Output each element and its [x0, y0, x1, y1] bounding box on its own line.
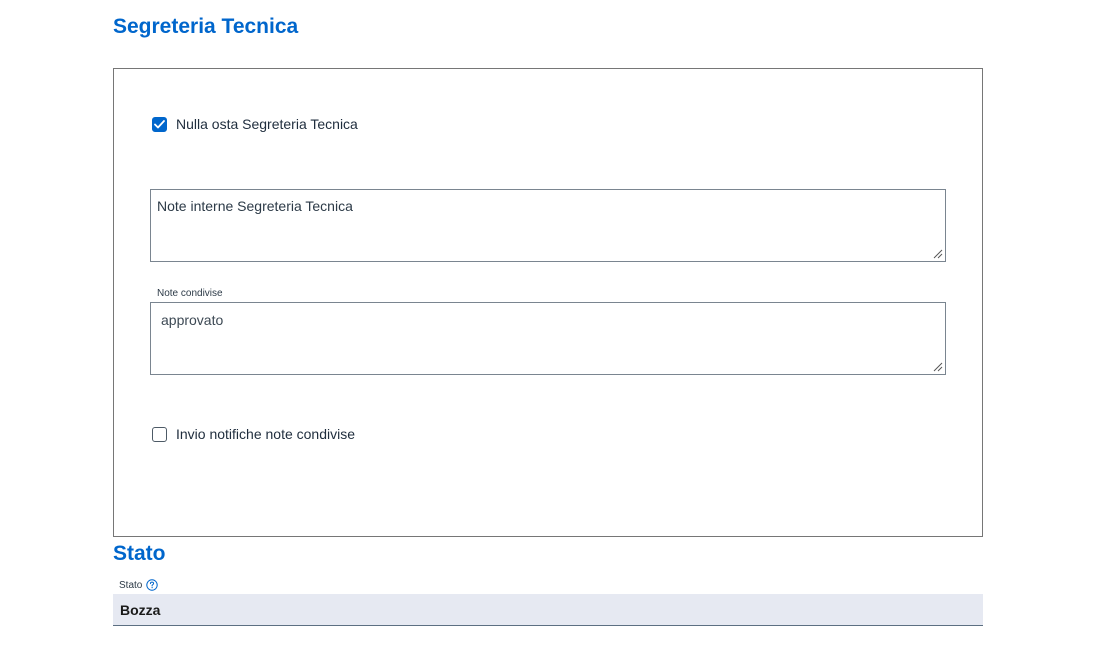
section-title-stato: Stato	[113, 542, 166, 565]
note-condivise-label: Note condivise	[157, 288, 223, 299]
note-interne-placeholder: Note interne Segreteria Tecnica	[157, 198, 353, 214]
section-title-segreteria-tecnica: Segreteria Tecnica	[113, 15, 299, 38]
note-interne-textarea[interactable]: Note interne Segreteria Tecnica	[150, 189, 946, 262]
resize-handle-icon[interactable]	[933, 362, 943, 372]
stato-field-label: Stato	[119, 579, 159, 591]
nulla-osta-label: Nulla osta Segreteria Tecnica	[176, 116, 358, 132]
checkmark-icon	[154, 119, 165, 128]
note-condivise-textarea[interactable]: approvato	[150, 302, 946, 375]
resize-handle-icon[interactable]	[933, 249, 943, 259]
question-circle-icon[interactable]	[146, 579, 159, 591]
invio-notifiche-checkbox[interactable]	[152, 426, 167, 442]
segreteria-tecnica-panel: Nulla osta Segreteria Tecnica Note inter…	[113, 68, 983, 537]
invio-notifiche-checkbox-row[interactable]: Invio notifiche note condivise	[152, 426, 355, 442]
page: Segreteria Tecnica Nulla osta Segreteria…	[0, 0, 1102, 649]
stato-value: Bozza	[120, 602, 161, 618]
stato-value-field: Bozza	[113, 594, 983, 626]
invio-notifiche-label: Invio notifiche note condivise	[176, 426, 355, 442]
note-condivise-value: approvato	[161, 312, 224, 328]
nulla-osta-checkbox[interactable]	[152, 116, 167, 132]
stato-label-text: Stato	[119, 579, 143, 591]
nulla-osta-checkbox-row[interactable]: Nulla osta Segreteria Tecnica	[152, 116, 358, 132]
